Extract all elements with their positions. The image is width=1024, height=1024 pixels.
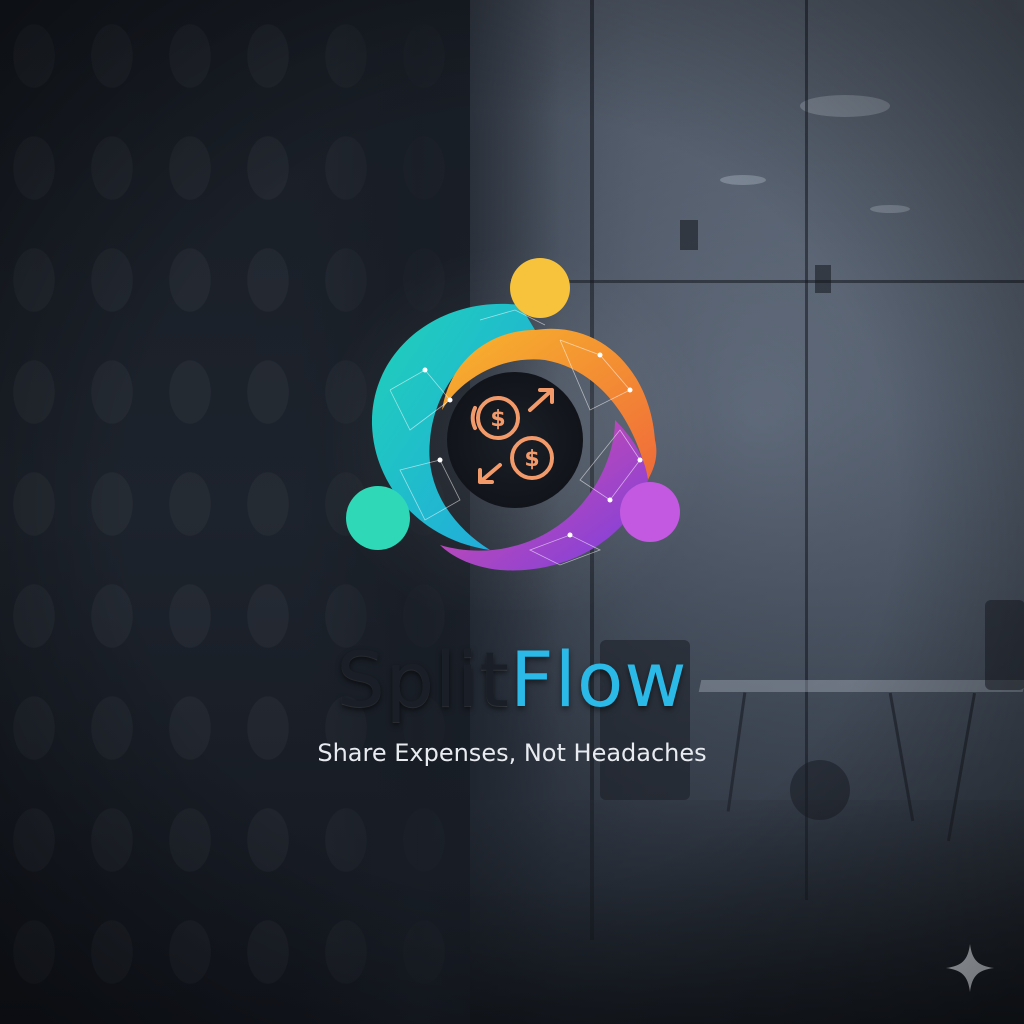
brand-name-split: Split bbox=[336, 635, 510, 724]
splitflow-logo: $ $ bbox=[346, 258, 680, 571]
logo-center-hub bbox=[447, 372, 583, 508]
svg-text:$: $ bbox=[490, 407, 505, 432]
logo-person-dot-yellow bbox=[510, 258, 570, 318]
brand-name-flow: Flow bbox=[510, 635, 688, 724]
brand-tagline: Share Expenses, Not Headaches bbox=[317, 739, 707, 767]
ceiling-light bbox=[800, 95, 890, 117]
brand-wordmark: SplitFlow bbox=[0, 632, 1024, 728]
background-scene: $ $ SplitFlow Share Expenses, Not Headac… bbox=[0, 0, 1024, 1024]
sparkle-icon bbox=[946, 944, 994, 992]
ceiling-light bbox=[870, 205, 910, 213]
ceiling-light bbox=[720, 175, 766, 185]
logo-person-dot-purple bbox=[620, 482, 680, 542]
camera-fixture bbox=[815, 265, 831, 293]
svg-text:$: $ bbox=[524, 447, 539, 472]
office-floor bbox=[470, 800, 1024, 1024]
logo-person-dot-teal bbox=[346, 486, 410, 550]
